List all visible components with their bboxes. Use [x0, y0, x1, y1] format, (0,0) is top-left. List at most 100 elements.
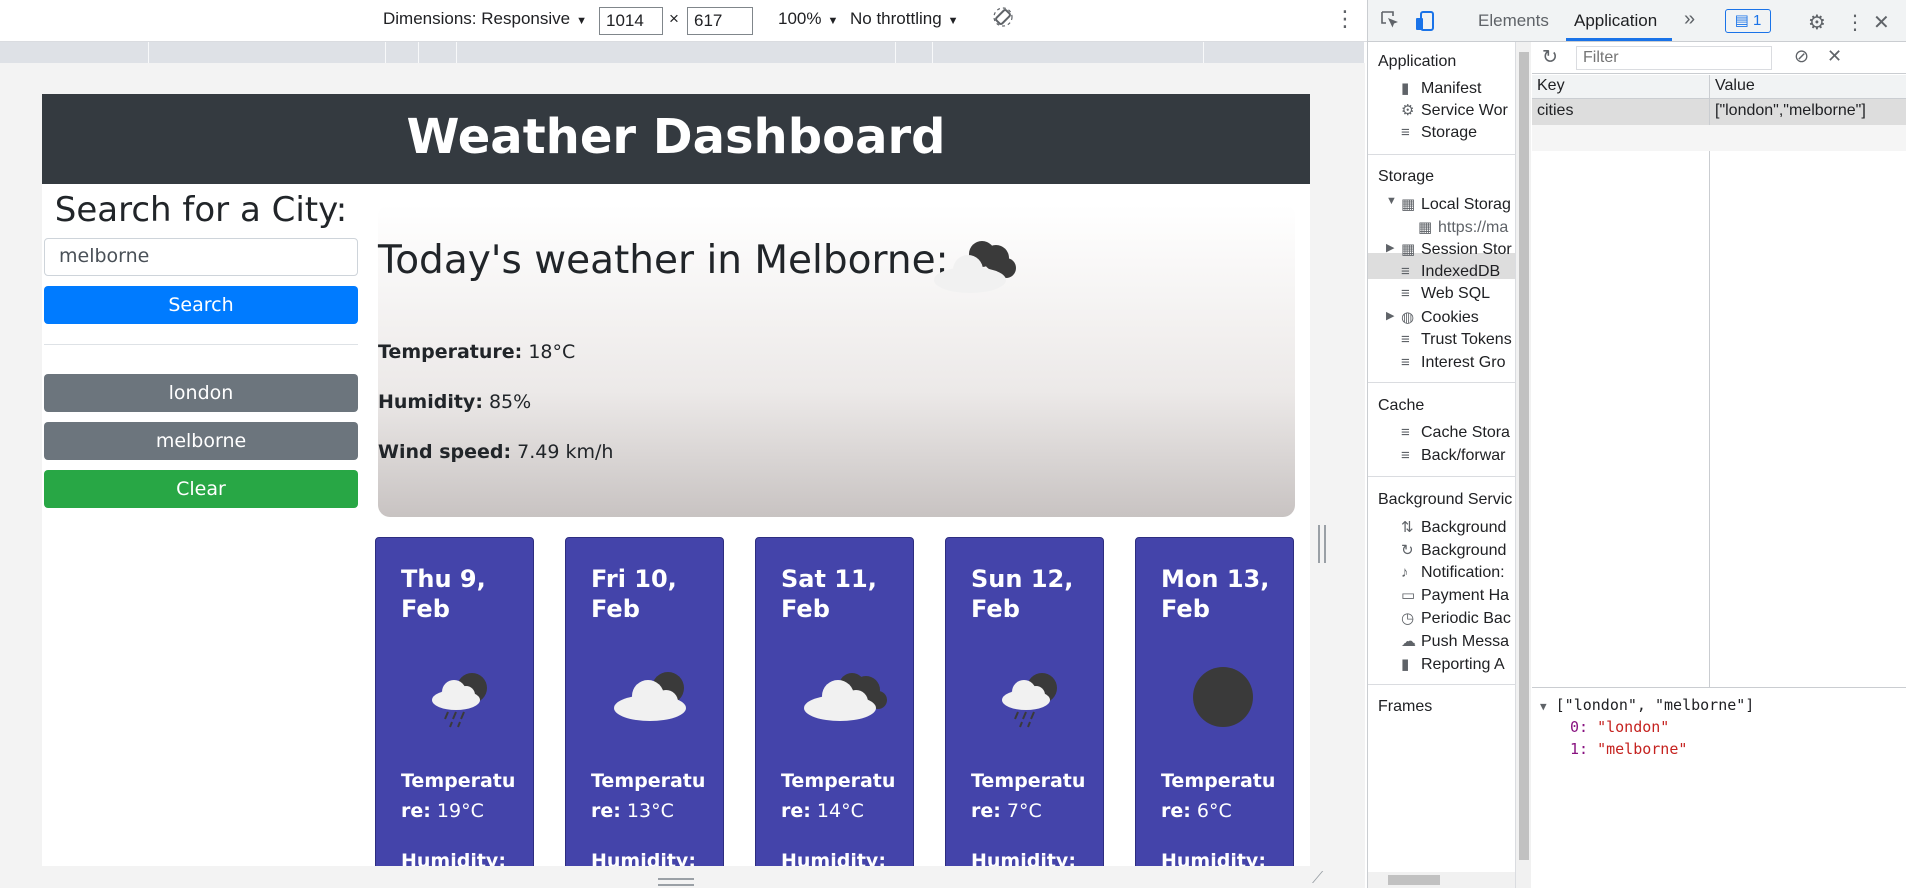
forecast-temperature: Temperatu re: 7°C	[971, 770, 1086, 822]
sidebar-item-payment-handler[interactable]: ▭ Payment Ha	[1401, 586, 1509, 605]
horizontal-scrollbar[interactable]	[1368, 872, 1515, 888]
preview-summary[interactable]: ▼ ["london", "melborne"]	[1540, 696, 1754, 714]
sidebar-item-back-forward-cache[interactable]: ≡ Back/forwar	[1401, 447, 1505, 465]
forecast-humidity-label: Humidity:	[401, 850, 506, 866]
issues-badge[interactable]: ▤ 1	[1725, 9, 1771, 33]
history-button-london[interactable]: london	[44, 374, 358, 412]
forecast-date: Thu 9, Feb	[401, 565, 486, 623]
devtools-tab-bar: Elements Application » ▤ 1 ⚙ ⋮ ✕	[1368, 0, 1906, 42]
database-icon: ≡	[1401, 263, 1410, 280]
active-tab-indicator	[1566, 38, 1672, 41]
sidebar-item-notifications[interactable]: ♪ Notification:	[1401, 564, 1505, 582]
table-cell-key[interactable]: cities	[1532, 99, 1709, 125]
sidebar-item-session-storage[interactable]: ▦ Session Stor	[1401, 240, 1512, 259]
cloud-sun-icon	[928, 234, 1024, 300]
sidebar-item-indexeddb[interactable]: ≡ IndexedDB	[1401, 263, 1500, 281]
table-cell-value[interactable]: ["london","melborne"]	[1710, 99, 1906, 125]
refresh-icon[interactable]: ↻	[1542, 46, 1558, 69]
forecast-humidity-label: Humidity:	[781, 850, 886, 866]
today-temperature: Temperature: 18°C	[378, 341, 575, 363]
expand-right-icon[interactable]: ▶	[1386, 309, 1394, 322]
width-input[interactable]: 1014	[599, 7, 663, 35]
forecast-card: Sun 12, Feb Temperatu re: 7°C Humidity:	[945, 537, 1104, 866]
zoom-dropdown[interactable]: 100% ▼	[778, 9, 838, 29]
sidebar-item-trust-tokens[interactable]: ≡ Trust Tokens	[1401, 331, 1512, 349]
cloud-rain-sun-icon	[996, 666, 1066, 734]
dimensions-dropdown[interactable]: Dimensions: Responsive ▼	[383, 9, 587, 29]
bell-icon: ♪	[1401, 564, 1409, 581]
gear-icon[interactable]: ⚙	[1808, 10, 1826, 35]
close-icon[interactable]: ✕	[1873, 10, 1890, 35]
sidebar-item-push-messaging[interactable]: ☁ Push Messa	[1401, 632, 1509, 651]
sidebar-item-storage[interactable]: ≡ Storage	[1401, 124, 1477, 142]
column-header-key[interactable]: Key	[1532, 75, 1709, 99]
more-options-icon[interactable]: ⋮	[1845, 10, 1865, 35]
corner-resize-icon[interactable]: ⟋	[1312, 870, 1323, 888]
viewport-bottom-resize-handle[interactable]	[658, 878, 694, 886]
caret-down-icon: ▼	[576, 15, 587, 27]
sidebar-item-periodic-background-sync[interactable]: ◷ Periodic Bac	[1401, 609, 1511, 628]
forecast-card: Thu 9, Feb Temperatu re: 19°C Humidity:	[375, 537, 534, 866]
cloud-icon: ☁	[1401, 633, 1416, 650]
database-icon: ≡	[1401, 447, 1410, 464]
forecast-card: Fri 10, Feb Temperatu re: 13°C Humidity:	[565, 537, 724, 866]
section-cache: Cache	[1378, 397, 1425, 414]
more-tabs-icon[interactable]: »	[1684, 8, 1695, 31]
scrollbar-thumb[interactable]	[1519, 52, 1529, 860]
database-icon: ≡	[1401, 124, 1410, 141]
tab-elements[interactable]: Elements	[1478, 11, 1549, 31]
more-options-icon[interactable]: ⋮	[1334, 6, 1356, 32]
media-query-ruler[interactable]	[0, 42, 1364, 63]
sidebar-item-background-fetch[interactable]: ⇅ Background	[1401, 518, 1506, 537]
file-icon: ▮	[1401, 80, 1410, 97]
forecast-temperature: Temperatu re: 19°C	[401, 770, 516, 822]
sidebar-item-background-sync[interactable]: ↻ Background	[1401, 541, 1506, 560]
tab-application[interactable]: Application	[1574, 11, 1657, 31]
caret-down-icon: ▼	[947, 15, 959, 27]
sidebar-item-local-origin[interactable]: ▦ https://ma	[1418, 218, 1508, 237]
today-wind: Wind speed: 7.49 km/h	[378, 441, 613, 463]
issues-count: 1	[1753, 12, 1762, 29]
clear-all-icon[interactable]: ⊘	[1794, 46, 1809, 67]
device-toggle-icon[interactable]	[1415, 10, 1435, 38]
filter-input[interactable]	[1576, 46, 1772, 70]
forecast-temperature: Temperatu re: 6°C	[1161, 770, 1276, 822]
height-input[interactable]: 617	[687, 7, 753, 35]
sidebar-item-service-workers[interactable]: ⚙ Service Wor	[1401, 101, 1508, 120]
sidebar-scrollbar[interactable]	[1515, 42, 1531, 888]
forecast-temperature: Temperatu re: 14°C	[781, 770, 896, 822]
history-button-melborne[interactable]: melborne	[44, 422, 358, 460]
expand-down-icon[interactable]: ▼	[1386, 195, 1397, 207]
grid-icon: ▦	[1401, 241, 1416, 258]
delete-selected-icon[interactable]: ✕	[1827, 46, 1842, 67]
caret-down-icon: ▼	[827, 15, 839, 27]
application-sidebar: Application ▮ Manifest ⚙ Service Wor ≡ Stor…	[1368, 42, 1515, 888]
city-search-input[interactable]: melborne	[44, 238, 358, 276]
temperature-label: Temperature:	[378, 341, 523, 363]
weather-page: Weather Dashboard Search for a City: mel…	[42, 94, 1310, 866]
clear-button[interactable]: Clear	[44, 470, 358, 508]
inspect-icon[interactable]	[1380, 10, 1400, 36]
sidebar-item-cache-storage[interactable]: ≡ Cache Stora	[1401, 424, 1510, 442]
sidebar-item-manifest[interactable]: ▮ Manifest	[1401, 79, 1481, 98]
grid-icon: ▦	[1418, 219, 1433, 236]
sidebar-item-reporting-api[interactable]: ▮ Reporting A	[1401, 655, 1505, 674]
viewport-resize-handle[interactable]	[1318, 525, 1326, 563]
expand-down-icon: ▼	[1540, 700, 1547, 713]
column-header-value[interactable]: Value	[1710, 75, 1906, 99]
database-icon: ≡	[1401, 285, 1410, 302]
expand-right-icon[interactable]: ▶	[1386, 241, 1394, 254]
sidebar-item-interest-groups[interactable]: ≡ Interest Gro	[1401, 354, 1505, 372]
storage-view: ↻ ⊘ ✕ Key Value cities ["london","melbor…	[1532, 42, 1906, 888]
sidebar-item-local-storage[interactable]: ▦ Local Storag	[1401, 195, 1511, 214]
rotate-icon[interactable]	[992, 6, 1014, 33]
city-search-sidebar: Search for a City: melborne Search londo…	[44, 184, 358, 508]
devtools-panel: Elements Application » ▤ 1 ⚙ ⋮ ✕ Applica…	[1367, 0, 1906, 888]
sidebar-item-cookies[interactable]: ◍ Cookies	[1401, 308, 1479, 327]
database-icon: ≡	[1401, 424, 1410, 441]
throttling-dropdown[interactable]: No throttling ▼	[850, 9, 959, 29]
sidebar-item-web-sql[interactable]: ≡ Web SQL	[1401, 285, 1490, 303]
search-button[interactable]: Search	[44, 286, 358, 324]
grid-icon: ▦	[1401, 196, 1416, 213]
database-icon: ≡	[1401, 354, 1410, 371]
